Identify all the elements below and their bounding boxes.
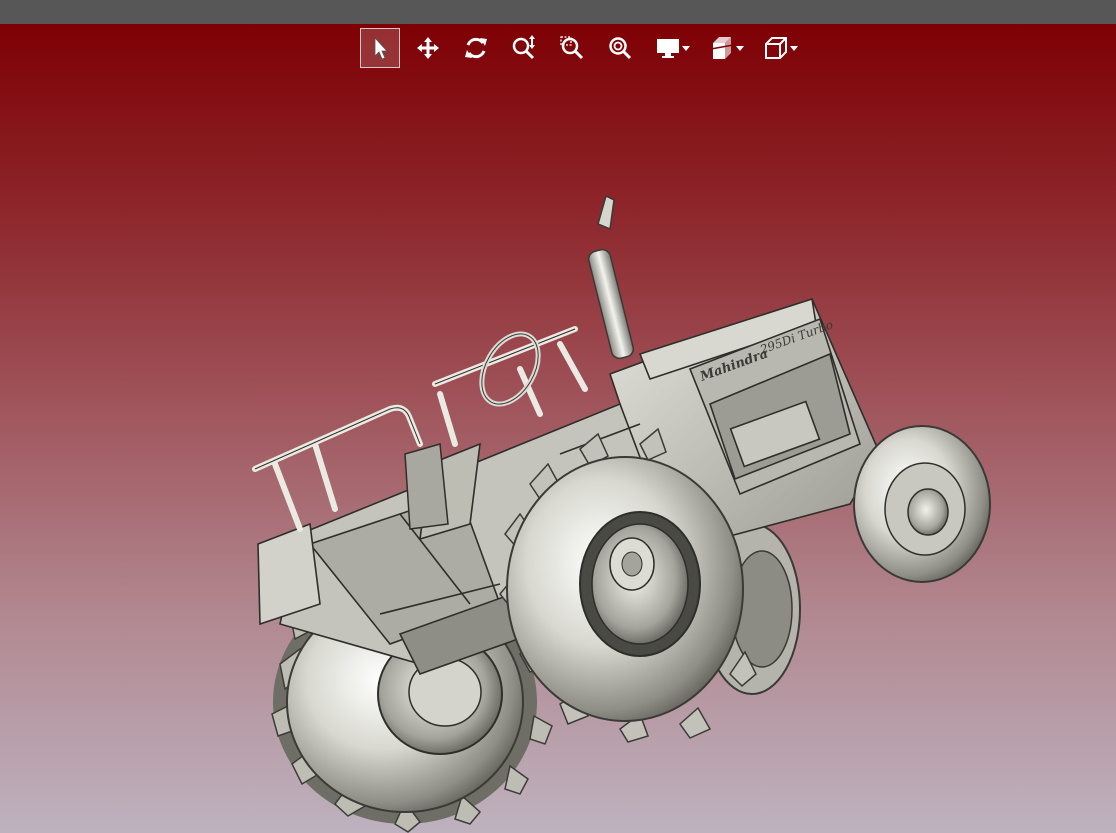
chevron-down-icon[interactable] [682,45,690,51]
rotate-icon [465,37,487,59]
title-bar [0,0,1116,24]
zoom-fit-icon [609,37,632,60]
cube-icon [765,37,787,59]
zoom-button[interactable] [504,28,544,68]
steering-wheel [479,331,541,407]
zoom-window-button[interactable] [552,28,592,68]
pan-button[interactable] [408,28,448,68]
zoom-window-icon [560,36,584,60]
move-arrows-icon [417,37,439,59]
tractor-model[interactable]: Mahindra 295Di Turbo [0,24,1116,833]
zoom-fit-button[interactable] [600,28,640,68]
zoom-icon [512,35,535,60]
display-mode-dropdown[interactable] [648,28,690,68]
chevron-down-icon[interactable] [790,45,798,51]
seat [404,443,449,530]
cursor-arrow-icon [374,36,388,60]
view-toolbar [360,28,810,68]
section-dropdown[interactable] [702,28,744,68]
chevron-down-icon[interactable] [736,45,744,51]
section-icon [710,37,734,59]
exhaust-pipe [587,194,635,360]
3d-viewport[interactable]: Mahindra 295Di Turbo [0,24,1116,833]
front-right-wheel [853,425,991,583]
select-button[interactable] [360,28,400,68]
view-cube-dropdown[interactable] [756,28,798,68]
monitor-icon [657,39,679,58]
rotate-button[interactable] [456,28,496,68]
